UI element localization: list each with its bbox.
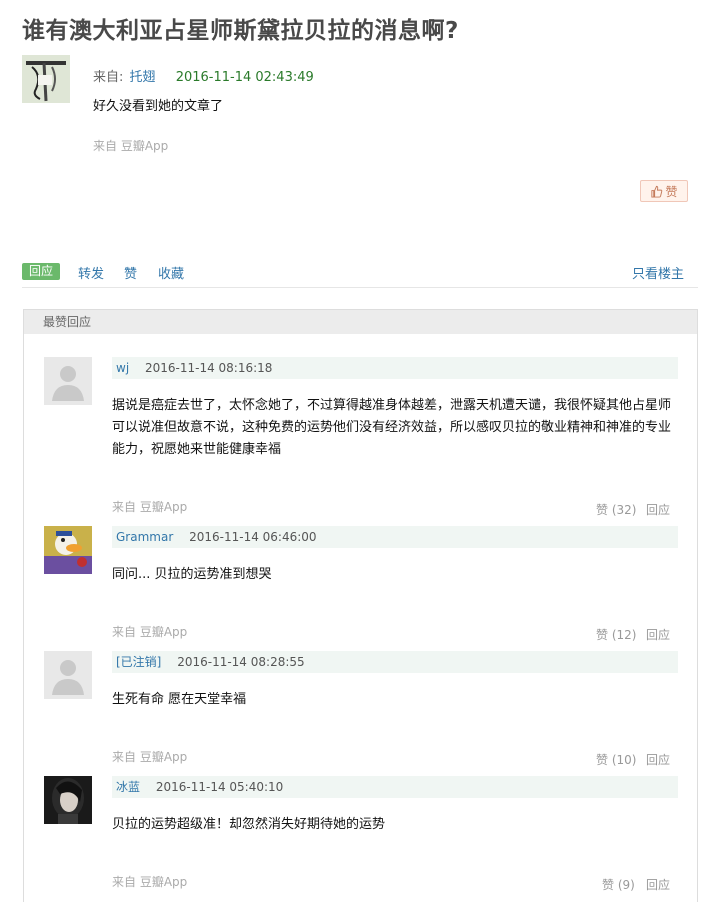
post-source[interactable]: 来自 豆瓣App <box>93 137 168 154</box>
list-item: wj 2016-11-14 08:16:18 据说是癌症去世了，太怀念她了，不过… <box>24 357 699 522</box>
reply-header: 冰蓝 2016-11-14 05:40:10 <box>112 776 678 798</box>
reply-source[interactable]: 来自 豆瓣App <box>112 498 187 515</box>
reply-source[interactable]: 来自 豆瓣App <box>112 873 187 890</box>
list-item: Grammar 2016-11-14 06:46:00 同问... 贝拉的运势准… <box>24 526 699 646</box>
avatar[interactable] <box>22 55 70 103</box>
only-op-link[interactable]: 只看楼主 <box>632 263 684 282</box>
op-avatar-image <box>22 55 70 103</box>
reply-author-link[interactable]: wj <box>116 361 129 375</box>
reply-like-button[interactable]: 赞 (9) <box>602 876 635 893</box>
post-body: 好久没看到她的文章了 <box>93 99 224 114</box>
action-bar: 回应 转发 赞 收藏 只看楼主 <box>22 263 685 282</box>
cartoon-avatar-icon <box>44 526 92 574</box>
reply-header: wj 2016-11-14 08:16:18 <box>112 357 678 379</box>
default-avatar-icon <box>44 651 92 699</box>
reply-text: 同问... 贝拉的运势准到想哭 <box>112 567 272 582</box>
reply-reply-button[interactable]: 回应 <box>646 751 670 768</box>
reply-reply-button[interactable]: 回应 <box>646 626 670 643</box>
avatar[interactable] <box>44 526 92 574</box>
avatar[interactable] <box>44 357 92 405</box>
best-replies-heading: 最赞回应 <box>24 310 697 334</box>
reply-button[interactable]: 回应 <box>22 263 61 280</box>
like-link[interactable]: 赞 <box>124 263 137 282</box>
reply-reply-button[interactable]: 回应 <box>646 876 670 893</box>
reply-header: [已注销] 2016-11-14 08:28:55 <box>112 651 678 673</box>
from-label: 来自: <box>93 70 124 85</box>
avatar[interactable] <box>44 651 92 699</box>
reply-time: 2016-11-14 08:16:18 <box>144 361 273 375</box>
reply-text: 贝拉的运势超级准！却忽然消失好期待她的运势 <box>112 817 386 832</box>
reply-time: 2016-11-14 08:28:55 <box>177 655 305 669</box>
reply-source[interactable]: 来自 豆瓣App <box>112 748 187 765</box>
post-author-link[interactable]: 托翅 <box>130 70 156 85</box>
reply-author-link[interactable]: 冰蓝 <box>116 780 140 794</box>
photo-avatar-icon <box>44 776 92 824</box>
page-title: 谁有澳大利亚占星师斯黛拉贝拉的消息啊? <box>22 18 459 44</box>
reply-time: 2016-11-14 05:40:10 <box>155 780 284 794</box>
reply-source[interactable]: 来自 豆瓣App <box>112 623 187 640</box>
post-meta: 来自: 托翅 2016-11-14 02:43:49 <box>93 66 314 85</box>
reply-text: 据说是癌症去世了，太怀念她了，不过算得越准身体越差，泄露天机遭天谴，我很怀疑其他… <box>112 398 672 457</box>
avatar[interactable] <box>44 776 92 824</box>
reply-header: Grammar 2016-11-14 06:46:00 <box>112 526 678 548</box>
post-time: 2016-11-14 02:43:49 <box>175 70 314 85</box>
list-item: 冰蓝 2016-11-14 05:40:10 贝拉的运势超级准！却忽然消失好期待… <box>24 776 699 896</box>
reply-text: 生死有命 愿在天堂幸福 <box>112 692 247 707</box>
list-item: [已注销] 2016-11-14 08:28:55 生死有命 愿在天堂幸福 来自… <box>24 651 699 771</box>
reply-like-button[interactable]: 赞 (10) <box>596 751 636 768</box>
reply-author-link[interactable]: [已注销] <box>116 655 161 669</box>
thumbs-up-icon <box>651 185 663 198</box>
best-replies-section: 最赞回应 wj 2016-11-14 08:16:18 据说是癌症去世了，太怀念… <box>23 309 698 902</box>
reply-time: 2016-11-14 06:46:00 <box>189 530 317 544</box>
reply-like-button[interactable]: 赞 (12) <box>596 626 636 643</box>
collect-link[interactable]: 收藏 <box>158 263 184 282</box>
forward-link[interactable]: 转发 <box>78 263 104 282</box>
divider <box>22 287 698 288</box>
reply-reply-button[interactable]: 回应 <box>646 501 670 518</box>
like-button-label: 赞 <box>665 184 678 199</box>
default-avatar-icon <box>44 357 92 405</box>
reply-author-link[interactable]: Grammar <box>116 530 173 544</box>
like-button[interactable]: 赞 <box>640 180 688 202</box>
reply-like-button[interactable]: 赞 (32) <box>596 501 636 518</box>
